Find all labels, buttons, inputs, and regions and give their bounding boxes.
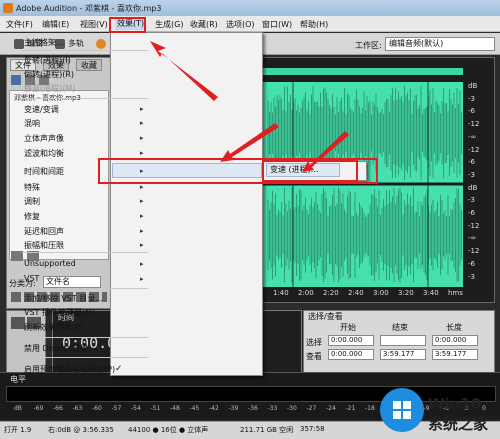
annotation-arrows	[150, 41, 349, 172]
watermark-url: www.qdhuajin.com	[428, 414, 500, 423]
windows-logo-icon	[393, 401, 411, 419]
